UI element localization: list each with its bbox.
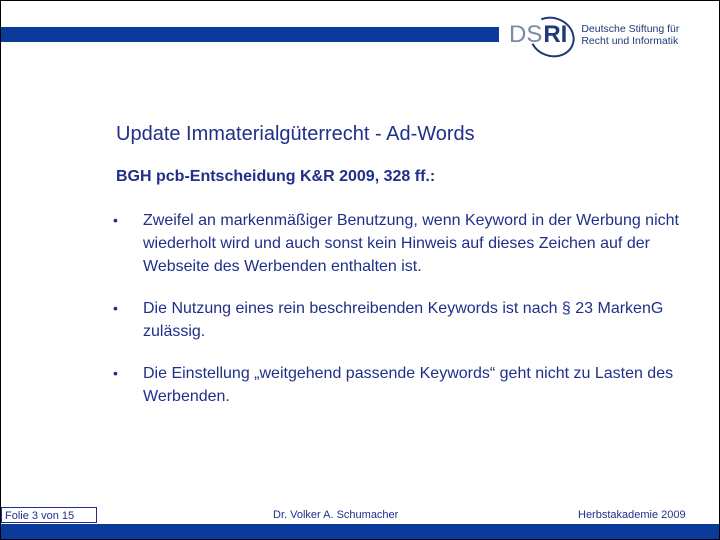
bullet-item: • Die Einstellung „weitgehend passende K… (111, 362, 711, 408)
bullet-item: • Die Nutzung eines rein beschreibenden … (111, 297, 711, 343)
slide-title: Update Immaterialgüterrecht - Ad-Words (116, 123, 475, 145)
logo-text-line1: Deutsche Stiftung für (581, 23, 680, 35)
dsri-logo: DS RI Deutsche Stiftung für Recht und Inf… (509, 10, 679, 64)
logo-mark-ds: DS (509, 21, 543, 48)
slide-subtitle: BGH pcb-Entscheidung K&R 2009, 328 ff.: (116, 168, 436, 185)
footer-page-number: Folie 3 von 15 (1, 507, 97, 523)
slide: DS RI Deutsche Stiftung für Recht und Inf… (0, 0, 720, 540)
bullet-text: Die Nutzung eines rein beschreibenden Ke… (143, 300, 664, 340)
bullet-icon: • (113, 300, 118, 316)
bullet-icon: • (113, 212, 118, 228)
footer-bar (1, 524, 719, 539)
bullet-item: • Zweifel an markenmäßiger Benutzung, we… (111, 209, 711, 278)
bullet-list: • Zweifel an markenmäßiger Benutzung, we… (111, 209, 711, 427)
logo-text: Deutsche Stiftung für Recht und Informat… (581, 23, 679, 47)
logo-text-line2: Recht und Informatik (581, 35, 679, 47)
logo-mark: DS RI (509, 10, 581, 64)
bullet-icon: • (113, 365, 118, 381)
bullet-text: Die Einstellung „weitgehend passende Key… (143, 365, 674, 405)
footer-event: Herbstakademie 2009 (578, 509, 686, 521)
header-bar (1, 27, 499, 42)
footer-author: Dr. Volker A. Schumacher (273, 509, 399, 521)
logo-mark-ri: RI (543, 21, 568, 48)
bullet-text: Zweifel an markenmäßiger Benutzung, wenn… (143, 212, 679, 275)
